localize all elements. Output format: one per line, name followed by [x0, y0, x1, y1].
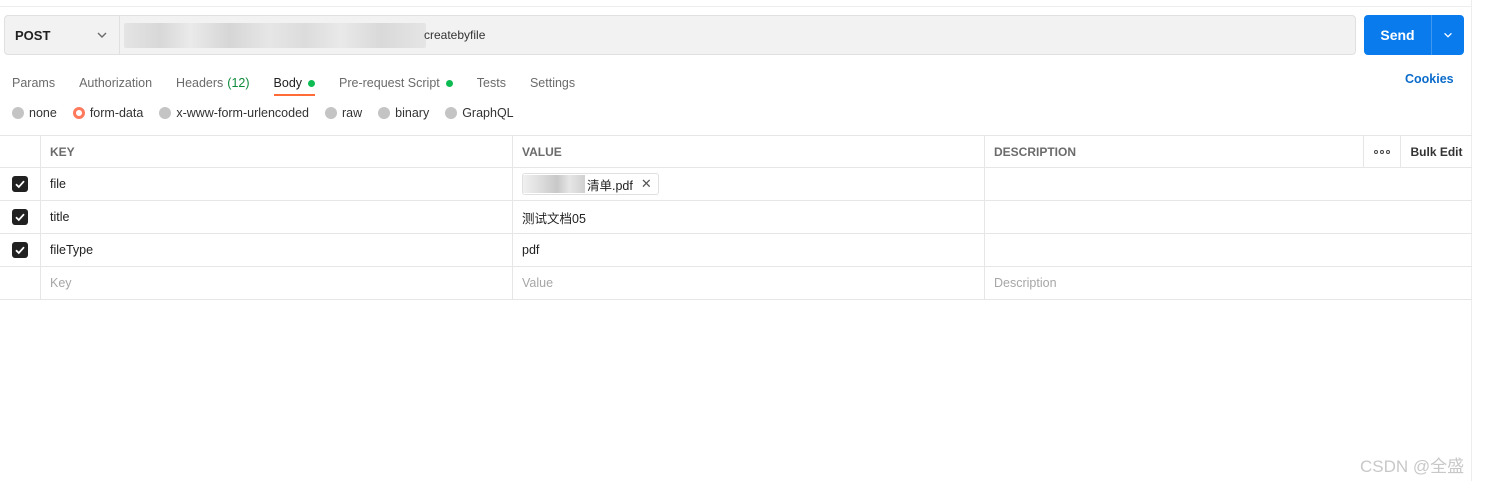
- tab-params[interactable]: Params: [12, 70, 55, 96]
- checkbox-checked-icon[interactable]: [12, 242, 28, 258]
- radio-label: GraphQL: [462, 106, 514, 120]
- description-placeholder-input[interactable]: Description: [985, 267, 1472, 299]
- radio-icon: [325, 107, 337, 119]
- value-cell[interactable]: pdf: [513, 234, 985, 266]
- watermark: CSDN @全盛: [1360, 457, 1465, 476]
- status-dot-icon: [308, 79, 316, 87]
- radio-label: none: [29, 106, 57, 120]
- key-placeholder-input[interactable]: Key: [41, 267, 513, 299]
- description-cell[interactable]: [985, 168, 1472, 200]
- radio-label: raw: [342, 106, 363, 120]
- radio-form-data[interactable]: form-data: [72, 106, 144, 120]
- key-cell[interactable]: title: [41, 201, 513, 233]
- radio-label: x-www-form-urlencoded: [176, 106, 309, 120]
- send-options-button[interactable]: [1432, 15, 1464, 55]
- url-text: createbyfile: [424, 28, 486, 42]
- body-type-options: none form-data x-www-form-urlencoded raw…: [12, 106, 514, 120]
- row-checkbox-cell: [0, 267, 41, 299]
- radio-binary[interactable]: binary: [378, 106, 429, 120]
- postman-request-editor: POST createbyfile Send Params Authorizat…: [0, 0, 1486, 481]
- description-cell[interactable]: [985, 234, 1472, 266]
- value-placeholder-input[interactable]: Value: [513, 267, 985, 299]
- radio-none[interactable]: none: [12, 106, 57, 120]
- chevron-down-icon: [1444, 32, 1452, 38]
- radio-label: form-data: [89, 106, 144, 120]
- row-checkbox-cell: [0, 168, 41, 200]
- table-row: file 清单.pdf ✕: [0, 168, 1472, 201]
- more-options-button[interactable]: [1364, 136, 1401, 167]
- key-text: fileType: [50, 243, 94, 257]
- radio-raw[interactable]: raw: [325, 106, 362, 120]
- tab-body[interactable]: Body: [273, 70, 316, 96]
- header-description: DESCRIPTION: [985, 136, 1364, 167]
- key-cell[interactable]: file: [41, 168, 513, 200]
- radio-label: binary: [395, 106, 430, 120]
- header-checkbox-cell: [0, 136, 41, 167]
- checkbox-checked-icon[interactable]: [12, 176, 28, 192]
- file-name: 清单.pdf: [587, 178, 633, 193]
- bulk-edit-button[interactable]: Bulk Edit: [1401, 136, 1472, 167]
- tab-label: Tests: [476, 76, 506, 90]
- radio-icon: [378, 107, 391, 119]
- checkbox-checked-icon[interactable]: [12, 209, 28, 225]
- value-text: 测试文档05: [522, 211, 586, 226]
- header-key: KEY: [41, 136, 513, 167]
- radio-urlencoded[interactable]: x-www-form-urlencoded: [159, 106, 309, 120]
- table-row-new: Key Value Description: [0, 267, 1472, 300]
- value-cell[interactable]: 清单.pdf ✕: [513, 168, 985, 200]
- tab-settings[interactable]: Settings: [530, 70, 575, 96]
- key-text: file: [50, 177, 66, 191]
- more-icon: [1374, 149, 1390, 154]
- tab-headers[interactable]: Headers (12): [176, 70, 249, 96]
- value-text: pdf: [522, 243, 540, 257]
- tab-authorization[interactable]: Authorization: [79, 70, 152, 96]
- close-icon[interactable]: ✕: [641, 176, 652, 192]
- tab-label: Authorization: [79, 76, 153, 90]
- row-checkbox-cell: [0, 201, 41, 233]
- send-button[interactable]: Send: [1364, 15, 1432, 55]
- tab-pre-request-script[interactable]: Pre-request Script: [339, 70, 453, 96]
- send-button-group: Send: [1364, 15, 1464, 55]
- tab-label: Settings: [529, 76, 576, 90]
- method-select[interactable]: POST: [5, 16, 120, 54]
- key-cell[interactable]: fileType: [41, 234, 513, 266]
- row-checkbox-cell: [0, 234, 41, 266]
- filename-redacted: [523, 175, 585, 193]
- top-divider: [0, 6, 1472, 7]
- tab-tests[interactable]: Tests: [477, 70, 506, 96]
- radio-graphql[interactable]: GraphQL: [445, 106, 514, 120]
- file-chip: 清单.pdf ✕: [522, 173, 659, 195]
- radio-icon: [12, 107, 24, 119]
- form-data-table: KEY VALUE DESCRIPTION Bulk Edit file 清单.…: [0, 135, 1472, 300]
- radio-icon: [445, 107, 458, 119]
- tab-label: Params: [12, 76, 56, 90]
- status-dot-icon: [445, 79, 453, 87]
- url-redacted: [124, 23, 426, 48]
- value-cell[interactable]: 测试文档05: [513, 201, 985, 233]
- method-label: POST: [15, 27, 51, 43]
- tab-label: Body: [273, 76, 303, 90]
- table-header: KEY VALUE DESCRIPTION Bulk Edit: [0, 135, 1472, 168]
- header-value: VALUE: [513, 136, 985, 167]
- radio-icon: [159, 107, 172, 119]
- table-row: fileType pdf: [0, 234, 1472, 267]
- table-row: title 测试文档05: [0, 201, 1472, 234]
- tab-label: Pre-request Script: [339, 76, 440, 90]
- key-text: title: [50, 210, 70, 224]
- radio-selected-icon: [72, 107, 85, 119]
- request-tabs: Params Authorization Headers (12) Body Pr…: [12, 70, 575, 96]
- request-bar: POST createbyfile: [4, 15, 1356, 55]
- headers-count: (12): [227, 76, 250, 90]
- chevron-down-icon: [97, 32, 107, 38]
- cookies-link[interactable]: Cookies: [1405, 72, 1454, 86]
- description-cell[interactable]: [985, 201, 1472, 233]
- url-input[interactable]: createbyfile: [120, 16, 1355, 54]
- tab-label: Headers: [176, 76, 224, 90]
